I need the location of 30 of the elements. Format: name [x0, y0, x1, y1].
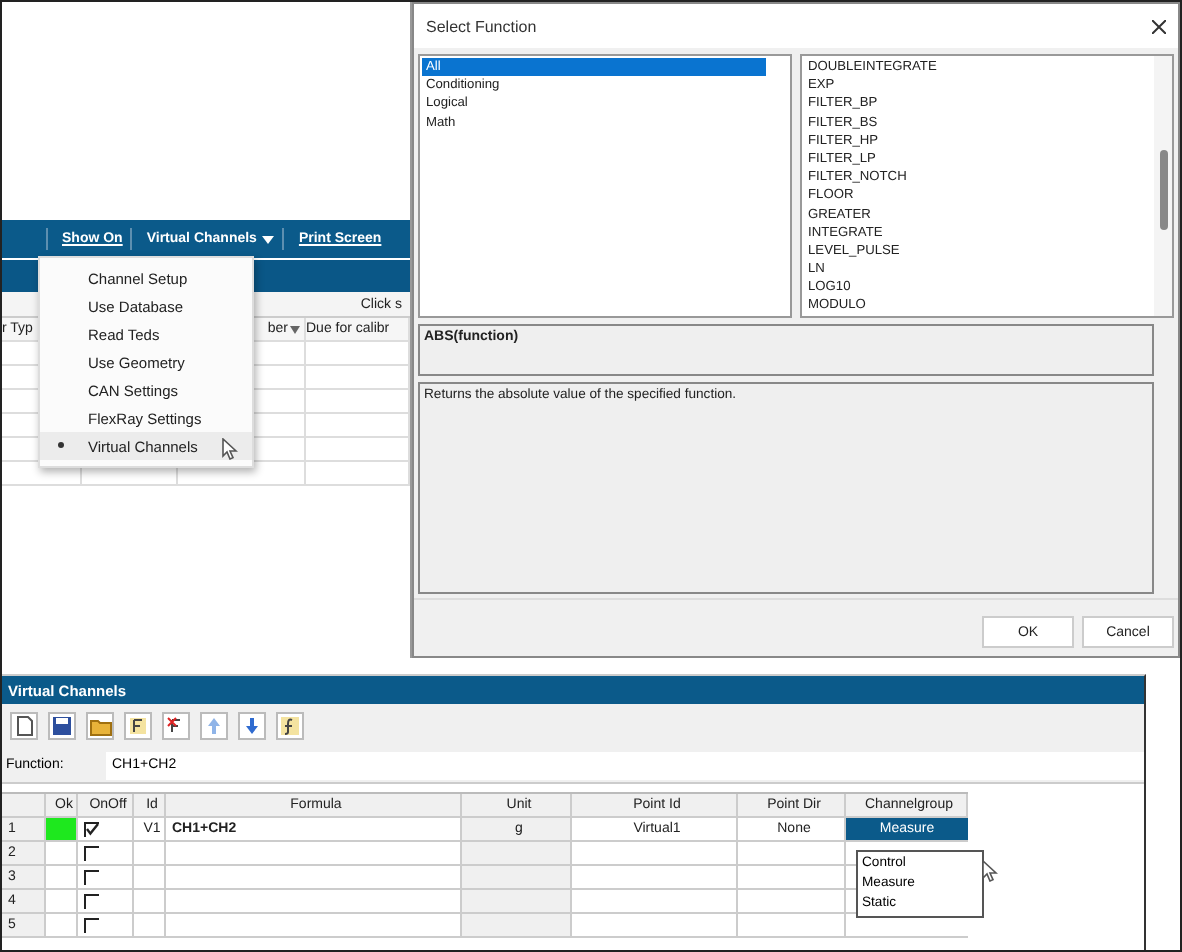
table-cell	[738, 914, 846, 938]
table-cell	[462, 866, 572, 890]
checkbox[interactable]	[84, 821, 100, 837]
table-cell	[462, 842, 572, 866]
save-icon[interactable]	[48, 712, 76, 740]
table-cell	[306, 462, 410, 486]
function-icon[interactable]	[276, 712, 304, 740]
checkbox[interactable]	[84, 845, 100, 861]
checkbox[interactable]	[84, 917, 100, 933]
table-cell	[306, 414, 410, 438]
mouse-pointer-icon	[222, 438, 238, 460]
table-cell	[462, 914, 572, 938]
checkbox[interactable]	[84, 869, 100, 885]
table-cell	[306, 390, 410, 414]
table-cell	[306, 342, 410, 366]
folder-icon[interactable]	[86, 712, 114, 740]
add-function-icon[interactable]	[124, 712, 152, 740]
new-document-icon[interactable]	[10, 712, 38, 740]
corner-cell	[2, 794, 46, 818]
remove-function-icon[interactable]	[162, 712, 190, 740]
table-cell	[462, 890, 572, 914]
table-cell	[306, 438, 410, 462]
table-cell	[306, 366, 410, 390]
dialog-title: Select Function	[426, 17, 537, 35]
sort-arrow-icon	[290, 325, 300, 333]
close-icon[interactable]	[1152, 19, 1166, 33]
scrollbar-thumb[interactable]	[1160, 150, 1168, 230]
checkbox[interactable]	[84, 893, 100, 909]
arrow-down-icon[interactable]	[238, 712, 266, 740]
caret-icon	[262, 235, 275, 243]
